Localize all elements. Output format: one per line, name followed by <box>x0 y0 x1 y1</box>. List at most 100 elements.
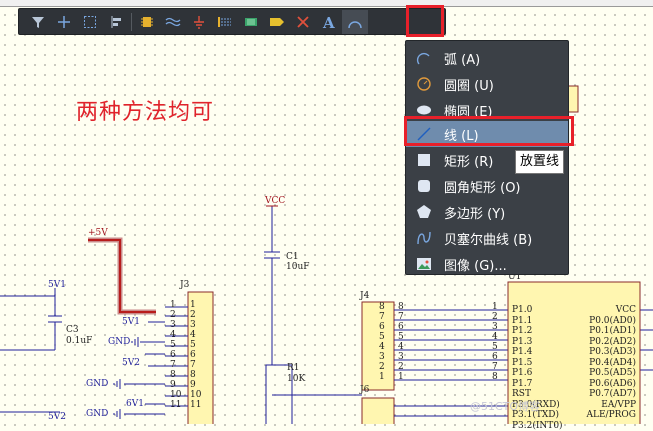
power-label: 5V2 <box>122 358 140 368</box>
label-j6: J6 <box>360 385 370 395</box>
component-icon[interactable] <box>134 10 160 34</box>
u1-pin-label: P1.5 <box>512 357 533 368</box>
u1-pin-label: EA/VPP <box>601 399 636 410</box>
pin-number: 2 <box>379 362 385 372</box>
pin-number: 6 <box>190 350 196 360</box>
pin-number: 7 <box>492 362 498 372</box>
pin-number: 5 <box>170 340 176 350</box>
u1-pin-label: P0.1(AD1) <box>589 326 636 336</box>
menu-item-polygon[interactable]: 多边形 (Y) <box>406 199 568 225</box>
u1-pin-label: P0.2(AD2) <box>589 336 636 347</box>
crosshair-icon[interactable] <box>51 10 77 34</box>
connector-j4[interactable] <box>361 301 395 391</box>
pin-number: 8 <box>379 302 385 312</box>
pin-number: 3 <box>398 352 404 362</box>
pin-number: 1 <box>170 300 176 310</box>
pin-number: 7 <box>190 360 196 370</box>
u1-pin-label: P1.0 <box>512 305 533 315</box>
u1-pin-label: ALE/PROG <box>586 410 636 420</box>
u1-pin-label: VCC <box>615 305 636 315</box>
pin-number: 9 <box>170 380 176 390</box>
label-r1-value: 10K <box>287 374 306 384</box>
power-label: 5V2 <box>48 412 66 422</box>
pin-number: 10 <box>190 390 202 400</box>
pin-number: 3 <box>190 320 196 330</box>
pin-number: 10 <box>170 390 182 400</box>
u1-pin-label: P0.7(AD7) <box>589 389 636 399</box>
image-icon <box>416 256 432 272</box>
pin-number: 7 <box>379 312 385 322</box>
rectangle-icon <box>416 152 432 168</box>
u1-pin-label: P1.1 <box>512 315 533 326</box>
pin-number: 1 <box>190 300 196 310</box>
arc-icon[interactable] <box>342 9 368 34</box>
pin-number: 2 <box>398 362 404 372</box>
net-label-vcc[interactable]: VCC <box>265 196 285 206</box>
u1-pin-label: P0.4(AD4) <box>589 357 636 368</box>
select-rect-icon[interactable] <box>77 10 103 34</box>
filter-icon[interactable] <box>25 10 51 34</box>
pin-number: 6 <box>170 350 176 360</box>
pin-number: 11 <box>170 400 182 410</box>
bus-entry-icon[interactable] <box>212 10 238 34</box>
toolbar-separator <box>131 12 132 31</box>
power-label: 6V1 <box>126 399 144 409</box>
pin-number: 2 <box>190 310 196 320</box>
sheet-entry-icon[interactable] <box>160 10 186 34</box>
menu-item-bezier[interactable]: 贝塞尔曲线 (B) <box>406 225 568 251</box>
pin-number: 4 <box>492 332 498 342</box>
label-c3-value: 0.1uF <box>66 336 93 346</box>
tooltip: 放置线 <box>515 150 565 174</box>
harness-icon[interactable] <box>238 10 264 34</box>
pin-number: 1 <box>492 302 498 312</box>
label-c1-value: 10uF <box>286 262 310 272</box>
no-erc-icon[interactable] <box>290 10 316 34</box>
power-label: 5V1 <box>122 317 140 327</box>
u1-pin-label: P1.2 <box>512 326 533 336</box>
u1-pin-label: P3.2(INT0) <box>512 420 563 431</box>
pin-number: 8 <box>190 370 196 380</box>
arc-icon <box>416 50 432 66</box>
gnd-label: GND <box>86 409 109 419</box>
pin-number: 1 <box>379 372 385 382</box>
pin-number: 5 <box>398 332 404 342</box>
menu-item-image[interactable]: 图像 (G)... <box>406 251 568 277</box>
pin-number: 11 <box>190 400 202 410</box>
menu-item-arc[interactable]: 弧 (A) <box>406 45 568 71</box>
gnd-icon[interactable] <box>186 10 212 34</box>
u1-pin-label: P1.3 <box>512 336 533 347</box>
menu-item-circle[interactable]: 圆圈 (U) <box>406 71 568 97</box>
round-rect-icon <box>416 178 432 194</box>
pin-number: 4 <box>190 330 196 340</box>
pin-number: 4 <box>170 330 176 340</box>
polygon-icon <box>416 204 432 220</box>
text-icon[interactable]: A <box>316 10 342 34</box>
pin-number: 3 <box>492 322 498 332</box>
svg-text:A: A <box>322 15 335 29</box>
align-icon[interactable] <box>103 10 129 34</box>
annotation-note[interactable]: 两种方法均可 <box>76 94 214 126</box>
net-label-5v[interactable]: +5V <box>88 228 108 238</box>
pin-number: 2 <box>170 310 176 320</box>
highlight-frame-toolbar <box>406 5 444 37</box>
pin-number: 1 <box>398 372 404 382</box>
pin-number: 2 <box>492 312 498 322</box>
label-j4: J4 <box>360 291 370 301</box>
menu-item-round-rect[interactable]: 圆角矩形 (O) <box>406 173 568 199</box>
title-strip <box>0 0 653 7</box>
gnd-label: GND <box>108 337 131 347</box>
circle-icon <box>416 76 432 92</box>
label-c3: C3 <box>66 325 79 335</box>
drawing-toolbar: A <box>18 8 446 35</box>
pin-number: 4 <box>398 342 404 352</box>
label-j3: J3 <box>180 280 190 290</box>
pin-number: 6 <box>379 322 385 332</box>
connector-j6[interactable] <box>361 397 395 424</box>
pin-number: 9 <box>190 380 196 390</box>
port-icon[interactable] <box>264 10 290 34</box>
u1-pin-label: P0.6(AD6) <box>589 378 636 389</box>
net-wire-5v[interactable] <box>88 237 156 315</box>
label-c1: C1 <box>286 252 299 262</box>
label-r1: R1 <box>287 363 300 373</box>
highlight-frame-line-item <box>404 116 574 146</box>
